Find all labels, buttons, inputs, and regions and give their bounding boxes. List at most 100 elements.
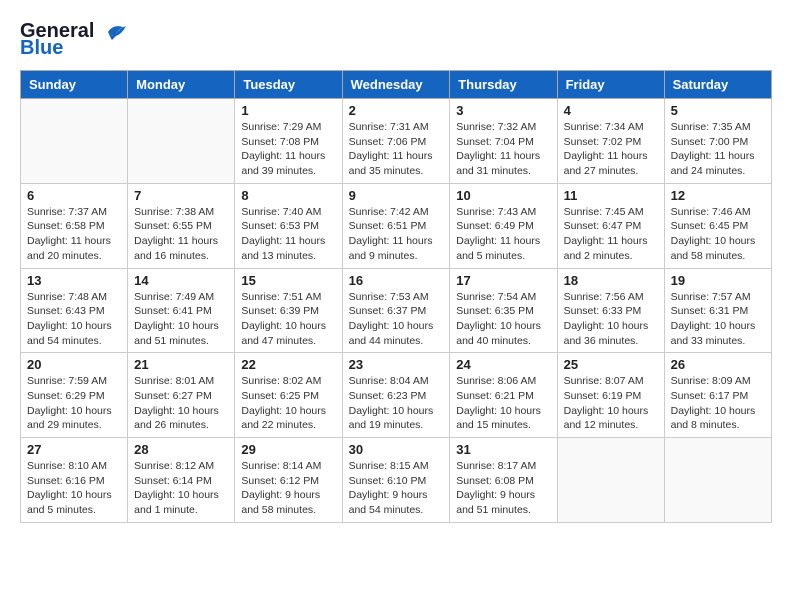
day-number: 16 [349,273,444,288]
calendar-cell [128,99,235,184]
day-number: 4 [564,103,658,118]
logo-blue-text: Blue [20,37,63,60]
day-number: 21 [134,357,228,372]
weekday-header-wednesday: Wednesday [342,71,450,99]
day-number: 30 [349,442,444,457]
day-number: 24 [456,357,550,372]
calendar-cell: 3 Sunrise: 7:32 AM Sunset: 7:04 PM Daylig… [450,99,557,184]
calendar-cell: 9Sunrise: 7:42 AM Sunset: 6:51 PM Daylig… [342,183,450,268]
day-number: 13 [27,273,121,288]
day-number: 27 [27,442,121,457]
calendar-cell: 14 Sunrise: 7:49 AM Sunset: 6:41 PM Dayli… [128,268,235,353]
calendar-cell: 18 Sunrise: 7:56 AM Sunset: 6:33 PM Dayli… [557,268,664,353]
day-info: Sunrise: 7:31 AM Sunset: 7:06 PM Dayligh… [349,120,444,179]
day-number: 14 [134,273,228,288]
day-info: Sunrise: 8:14 AM Sunset: 6:12 PM Dayligh… [241,459,335,518]
calendar-cell: 13Sunrise: 7:48 AM Sunset: 6:43 PM Dayli… [21,268,128,353]
day-number: 8 [241,188,335,203]
calendar-cell: 1Sunrise: 7:29 AM Sunset: 7:08 PM Daylig… [235,99,342,184]
calendar-cell: 31 Sunrise: 8:17 AM Sunset: 6:08 PM Dayli… [450,438,557,523]
day-number: 28 [134,442,228,457]
calendar-cell: 24 Sunrise: 8:06 AM Sunset: 6:21 PM Dayli… [450,353,557,438]
day-info: Sunrise: 8:04 AM Sunset: 6:23 PM Dayligh… [349,374,444,433]
calendar-week-row: 13Sunrise: 7:48 AM Sunset: 6:43 PM Dayli… [21,268,772,353]
day-info: Sunrise: 7:45 AM Sunset: 6:47 PM Dayligh… [564,205,658,264]
day-info: Sunrise: 7:32 AM Sunset: 7:04 PM Dayligh… [456,120,550,179]
calendar-cell: 7 Sunrise: 7:38 AM Sunset: 6:55 PM Daylig… [128,183,235,268]
day-info: Sunrise: 7:40 AM Sunset: 6:53 PM Dayligh… [241,205,335,264]
logo: General Blue [20,20,128,60]
day-info: Sunrise: 7:37 AM Sunset: 6:58 PM Dayligh… [27,205,121,264]
day-info: Sunrise: 7:38 AM Sunset: 6:55 PM Dayligh… [134,205,228,264]
day-number: 31 [456,442,550,457]
day-number: 6 [27,188,121,203]
day-info: Sunrise: 8:10 AM Sunset: 6:16 PM Dayligh… [27,459,121,518]
day-info: Sunrise: 8:02 AM Sunset: 6:25 PM Dayligh… [241,374,335,433]
day-info: Sunrise: 7:46 AM Sunset: 6:45 PM Dayligh… [671,205,765,264]
calendar-cell [557,438,664,523]
day-number: 25 [564,357,658,372]
day-info: Sunrise: 7:49 AM Sunset: 6:41 PM Dayligh… [134,290,228,349]
calendar-cell: 8 Sunrise: 7:40 AM Sunset: 6:53 PM Daylig… [235,183,342,268]
calendar-cell: 16 Sunrise: 7:53 AM Sunset: 6:37 PM Dayli… [342,268,450,353]
day-number: 5 [671,103,765,118]
day-number: 29 [241,442,335,457]
day-number: 10 [456,188,550,203]
calendar-cell: 21 Sunrise: 8:01 AM Sunset: 6:27 PM Dayli… [128,353,235,438]
calendar-week-row: 1Sunrise: 7:29 AM Sunset: 7:08 PM Daylig… [21,99,772,184]
calendar-cell: 22Sunrise: 8:02 AM Sunset: 6:25 PM Dayli… [235,353,342,438]
day-info: Sunrise: 7:59 AM Sunset: 6:29 PM Dayligh… [27,374,121,433]
day-info: Sunrise: 8:15 AM Sunset: 6:10 PM Dayligh… [349,459,444,518]
day-number: 18 [564,273,658,288]
calendar-cell: 5 Sunrise: 7:35 AM Sunset: 7:00 PM Daylig… [664,99,771,184]
logo-bird-icon [98,22,128,42]
calendar-cell: 19 Sunrise: 7:57 AM Sunset: 6:31 PM Dayli… [664,268,771,353]
calendar-cell [21,99,128,184]
calendar-cell: 20Sunrise: 7:59 AM Sunset: 6:29 PM Dayli… [21,353,128,438]
calendar-cell: 15Sunrise: 7:51 AM Sunset: 6:39 PM Dayli… [235,268,342,353]
calendar-cell: 17 Sunrise: 7:54 AM Sunset: 6:35 PM Dayli… [450,268,557,353]
day-info: Sunrise: 8:17 AM Sunset: 6:08 PM Dayligh… [456,459,550,518]
page-header: General Blue [20,20,772,60]
day-number: 3 [456,103,550,118]
calendar-week-row: 27 Sunrise: 8:10 AM Sunset: 6:16 PM Dayli… [21,438,772,523]
day-info: Sunrise: 7:53 AM Sunset: 6:37 PM Dayligh… [349,290,444,349]
day-number: 11 [564,188,658,203]
day-info: Sunrise: 7:34 AM Sunset: 7:02 PM Dayligh… [564,120,658,179]
day-info: Sunrise: 7:35 AM Sunset: 7:00 PM Dayligh… [671,120,765,179]
calendar-cell: 23Sunrise: 8:04 AM Sunset: 6:23 PM Dayli… [342,353,450,438]
calendar-cell: 11 Sunrise: 7:45 AM Sunset: 6:47 PM Dayli… [557,183,664,268]
day-info: Sunrise: 7:43 AM Sunset: 6:49 PM Dayligh… [456,205,550,264]
day-info: Sunrise: 7:56 AM Sunset: 6:33 PM Dayligh… [564,290,658,349]
day-info: Sunrise: 7:57 AM Sunset: 6:31 PM Dayligh… [671,290,765,349]
day-info: Sunrise: 8:01 AM Sunset: 6:27 PM Dayligh… [134,374,228,433]
calendar-week-row: 6 Sunrise: 7:37 AM Sunset: 6:58 PM Daylig… [21,183,772,268]
calendar-cell [664,438,771,523]
day-number: 19 [671,273,765,288]
day-info: Sunrise: 8:06 AM Sunset: 6:21 PM Dayligh… [456,374,550,433]
calendar-cell: 26Sunrise: 8:09 AM Sunset: 6:17 PM Dayli… [664,353,771,438]
calendar-cell: 12 Sunrise: 7:46 AM Sunset: 6:45 PM Dayli… [664,183,771,268]
day-number: 15 [241,273,335,288]
day-number: 2 [349,103,444,118]
calendar-cell: 25 Sunrise: 8:07 AM Sunset: 6:19 PM Dayli… [557,353,664,438]
day-number: 7 [134,188,228,203]
day-number: 17 [456,273,550,288]
calendar-cell: 28 Sunrise: 8:12 AM Sunset: 6:14 PM Dayli… [128,438,235,523]
day-info: Sunrise: 8:07 AM Sunset: 6:19 PM Dayligh… [564,374,658,433]
day-info: Sunrise: 8:12 AM Sunset: 6:14 PM Dayligh… [134,459,228,518]
day-number: 1 [241,103,335,118]
day-number: 12 [671,188,765,203]
calendar-cell: 10 Sunrise: 7:43 AM Sunset: 6:49 PM Dayli… [450,183,557,268]
calendar-cell: 30 Sunrise: 8:15 AM Sunset: 6:10 PM Dayli… [342,438,450,523]
weekday-header-friday: Friday [557,71,664,99]
day-info: Sunrise: 7:54 AM Sunset: 6:35 PM Dayligh… [456,290,550,349]
day-number: 9 [349,188,444,203]
weekday-header-thursday: Thursday [450,71,557,99]
weekday-header-tuesday: Tuesday [235,71,342,99]
calendar-cell: 2 Sunrise: 7:31 AM Sunset: 7:06 PM Daylig… [342,99,450,184]
calendar-cell: 29 Sunrise: 8:14 AM Sunset: 6:12 PM Dayli… [235,438,342,523]
day-info: Sunrise: 8:09 AM Sunset: 6:17 PM Dayligh… [671,374,765,433]
calendar-cell: 27 Sunrise: 8:10 AM Sunset: 6:16 PM Dayli… [21,438,128,523]
calendar-cell: 6 Sunrise: 7:37 AM Sunset: 6:58 PM Daylig… [21,183,128,268]
